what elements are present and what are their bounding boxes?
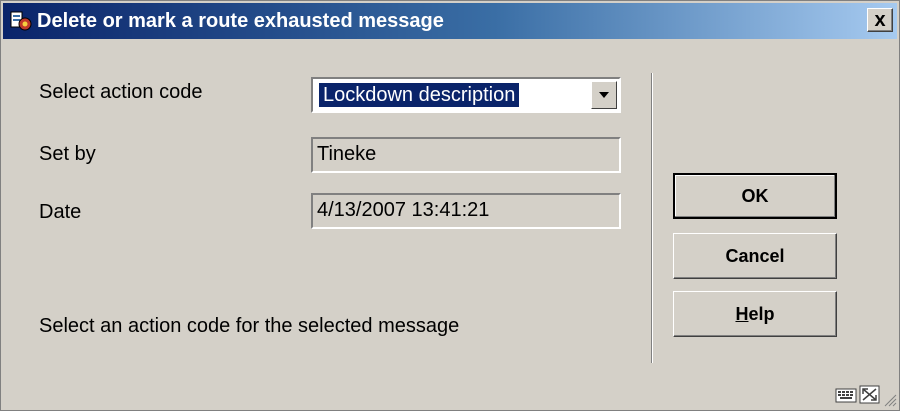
title-bar[interactable]: Delete or mark a route exhausted message… xyxy=(3,3,897,39)
chevron-down-icon xyxy=(599,92,609,98)
set-by-field: Tineke xyxy=(311,137,621,173)
app-icon xyxy=(10,11,32,31)
size-grip-icon[interactable] xyxy=(883,393,897,407)
dropdown-button[interactable] xyxy=(591,81,617,109)
help-button[interactable]: Help xyxy=(673,291,837,337)
resize-icon[interactable] xyxy=(859,385,881,405)
cancel-button[interactable]: Cancel xyxy=(673,233,837,279)
action-code-label: Select action code xyxy=(39,81,203,103)
date-field: 4/13/2007 13:41:21 xyxy=(311,193,621,229)
dialog-window: Delete or mark a route exhausted message… xyxy=(0,0,900,411)
keyboard-icon[interactable] xyxy=(835,385,857,405)
action-code-value: Lockdown description xyxy=(319,83,520,107)
ok-button[interactable]: OK xyxy=(673,173,837,219)
date-label: Date xyxy=(39,201,82,223)
close-button[interactable]: x xyxy=(867,8,893,32)
help-mnemonic: H xyxy=(735,304,749,324)
help-label: elp xyxy=(748,304,775,324)
window-title: Delete or mark a route exhausted message xyxy=(37,10,444,32)
hint-text: Select an action code for the selected m… xyxy=(39,315,460,337)
vertical-separator xyxy=(651,73,653,363)
action-code-select[interactable]: Lockdown description xyxy=(311,77,621,113)
set-by-label: Set by xyxy=(39,143,96,165)
